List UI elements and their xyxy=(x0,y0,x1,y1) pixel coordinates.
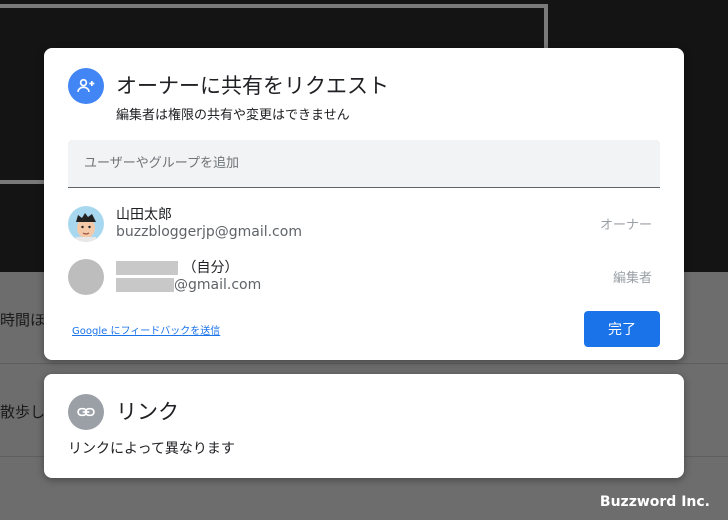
person-role: 編集者 xyxy=(612,271,652,286)
redacted-name xyxy=(116,261,178,275)
person-add-icon xyxy=(68,68,104,104)
share-dialog: オーナーに共有をリクエスト 編集者は権限の共有や変更はできません 山田太郎 bu… xyxy=(44,48,684,360)
person-role: オーナー xyxy=(599,218,652,233)
person-email: buzzbloggerjp@gmail.com xyxy=(116,224,302,240)
add-people-input[interactable] xyxy=(68,140,660,187)
background-divider-1 xyxy=(0,363,728,364)
link-description: リンクによって異なります xyxy=(68,441,235,457)
add-people-field[interactable] xyxy=(68,140,660,188)
person-name: （自分） xyxy=(116,257,238,277)
background-text-2: 散歩し xyxy=(0,403,46,421)
feedback-link[interactable]: Google にフィードバックを送信 xyxy=(72,322,220,337)
background-text-1: 時間ほ xyxy=(0,311,46,329)
link-card[interactable]: リンク リンクによって異なります xyxy=(44,374,684,478)
done-button[interactable]: 完了 xyxy=(584,311,660,347)
person-email: @gmail.com xyxy=(116,277,261,293)
redacted-email xyxy=(116,278,174,292)
person-row-owner: 山田太郎 buzzbloggerjp@gmail.com オーナー xyxy=(68,202,660,246)
email-domain: @gmail.com xyxy=(174,277,262,293)
link-title: リンク xyxy=(116,400,179,424)
dialog-title: オーナーに共有をリクエスト xyxy=(116,74,389,98)
avatar xyxy=(68,206,104,242)
avatar xyxy=(68,259,104,295)
person-row-self: （自分） @gmail.com 編集者 xyxy=(68,255,660,299)
dialog-subtitle: 編集者は権限の共有や変更はできません xyxy=(116,108,350,123)
watermark: Buzzword Inc. xyxy=(599,494,710,510)
link-icon xyxy=(68,394,104,430)
person-name: 山田太郎 xyxy=(116,207,172,223)
self-label: （自分） xyxy=(182,260,239,276)
